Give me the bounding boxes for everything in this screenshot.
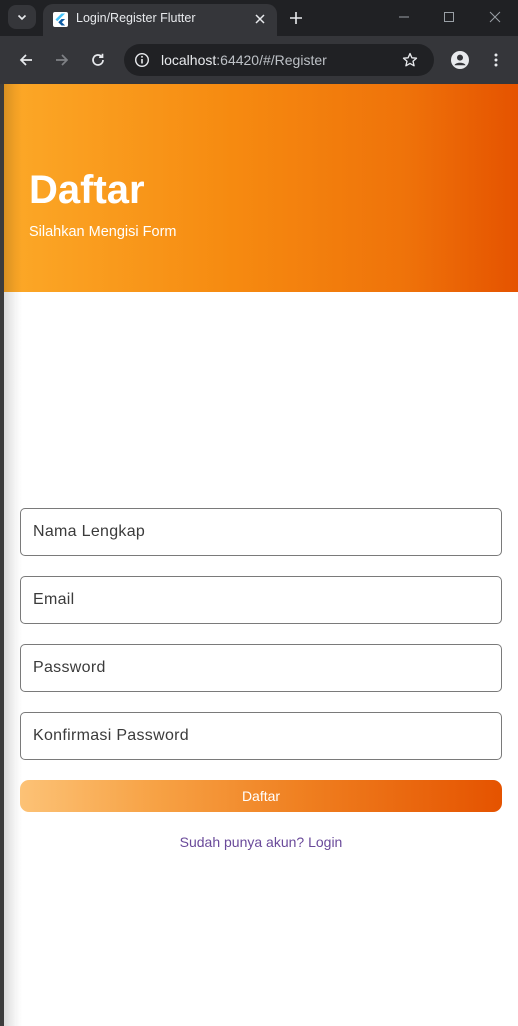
site-info-button[interactable] <box>131 49 153 71</box>
reload-icon <box>92 53 104 66</box>
minimize-button[interactable] <box>390 5 418 29</box>
confirm-password-field[interactable] <box>20 712 502 760</box>
confirm-password-input[interactable] <box>21 713 501 759</box>
tab-search-button[interactable] <box>8 5 36 29</box>
full-name-field[interactable] <box>20 508 502 556</box>
person-icon <box>451 51 469 69</box>
email-field[interactable] <box>20 576 502 624</box>
plus-icon <box>290 12 302 24</box>
flutter-icon <box>53 12 68 27</box>
browser-toolbar: localhost:64420/#/Register <box>0 36 518 84</box>
register-header: Daftar Silahkan Mengisi Form <box>0 84 518 292</box>
login-link[interactable]: Sudah punya akun? Login <box>0 834 518 850</box>
full-name-input[interactable] <box>21 509 501 555</box>
app-viewport: Daftar Silahkan Mengisi Form Daftar Suda… <box>0 84 518 1026</box>
url-path: :64420/#/Register <box>216 52 327 68</box>
tab-close-button[interactable] <box>251 10 269 28</box>
new-tab-button[interactable] <box>284 6 308 30</box>
more-vert-icon <box>494 53 498 67</box>
forward-button[interactable] <box>50 48 74 72</box>
reload-button[interactable] <box>86 48 110 72</box>
arrow-right-icon <box>56 54 69 66</box>
url-host: localhost <box>161 52 217 68</box>
maximize-button[interactable] <box>435 5 463 29</box>
register-button[interactable]: Daftar <box>20 780 502 812</box>
password-field[interactable] <box>20 644 502 692</box>
browser-tab[interactable]: Login/Register Flutter <box>43 4 277 36</box>
page-subtitle: Silahkan Mengisi Form <box>29 224 177 240</box>
page-title: Daftar <box>29 168 145 212</box>
minimize-icon <box>399 16 409 18</box>
chevron-down-icon <box>17 14 27 21</box>
address-bar[interactable]: localhost:64420/#/Register <box>124 44 434 76</box>
profile-button[interactable] <box>448 48 472 72</box>
password-input[interactable] <box>21 645 501 691</box>
back-button[interactable] <box>14 48 38 72</box>
tab-title: Login/Register Flutter <box>76 11 196 25</box>
browser-menu-button[interactable] <box>484 48 508 72</box>
maximize-icon <box>444 12 454 22</box>
browser-tab-strip: Login/Register Flutter <box>0 0 518 36</box>
close-window-button[interactable] <box>481 5 509 29</box>
star-icon <box>402 52 418 67</box>
close-icon <box>489 11 501 23</box>
arrow-left-icon <box>19 54 32 66</box>
url-text: localhost:64420/#/Register <box>161 52 327 68</box>
window-border <box>0 84 4 1026</box>
email-input[interactable] <box>21 577 501 623</box>
bookmark-button[interactable] <box>400 50 420 70</box>
close-icon <box>255 14 265 24</box>
info-icon <box>134 52 150 68</box>
